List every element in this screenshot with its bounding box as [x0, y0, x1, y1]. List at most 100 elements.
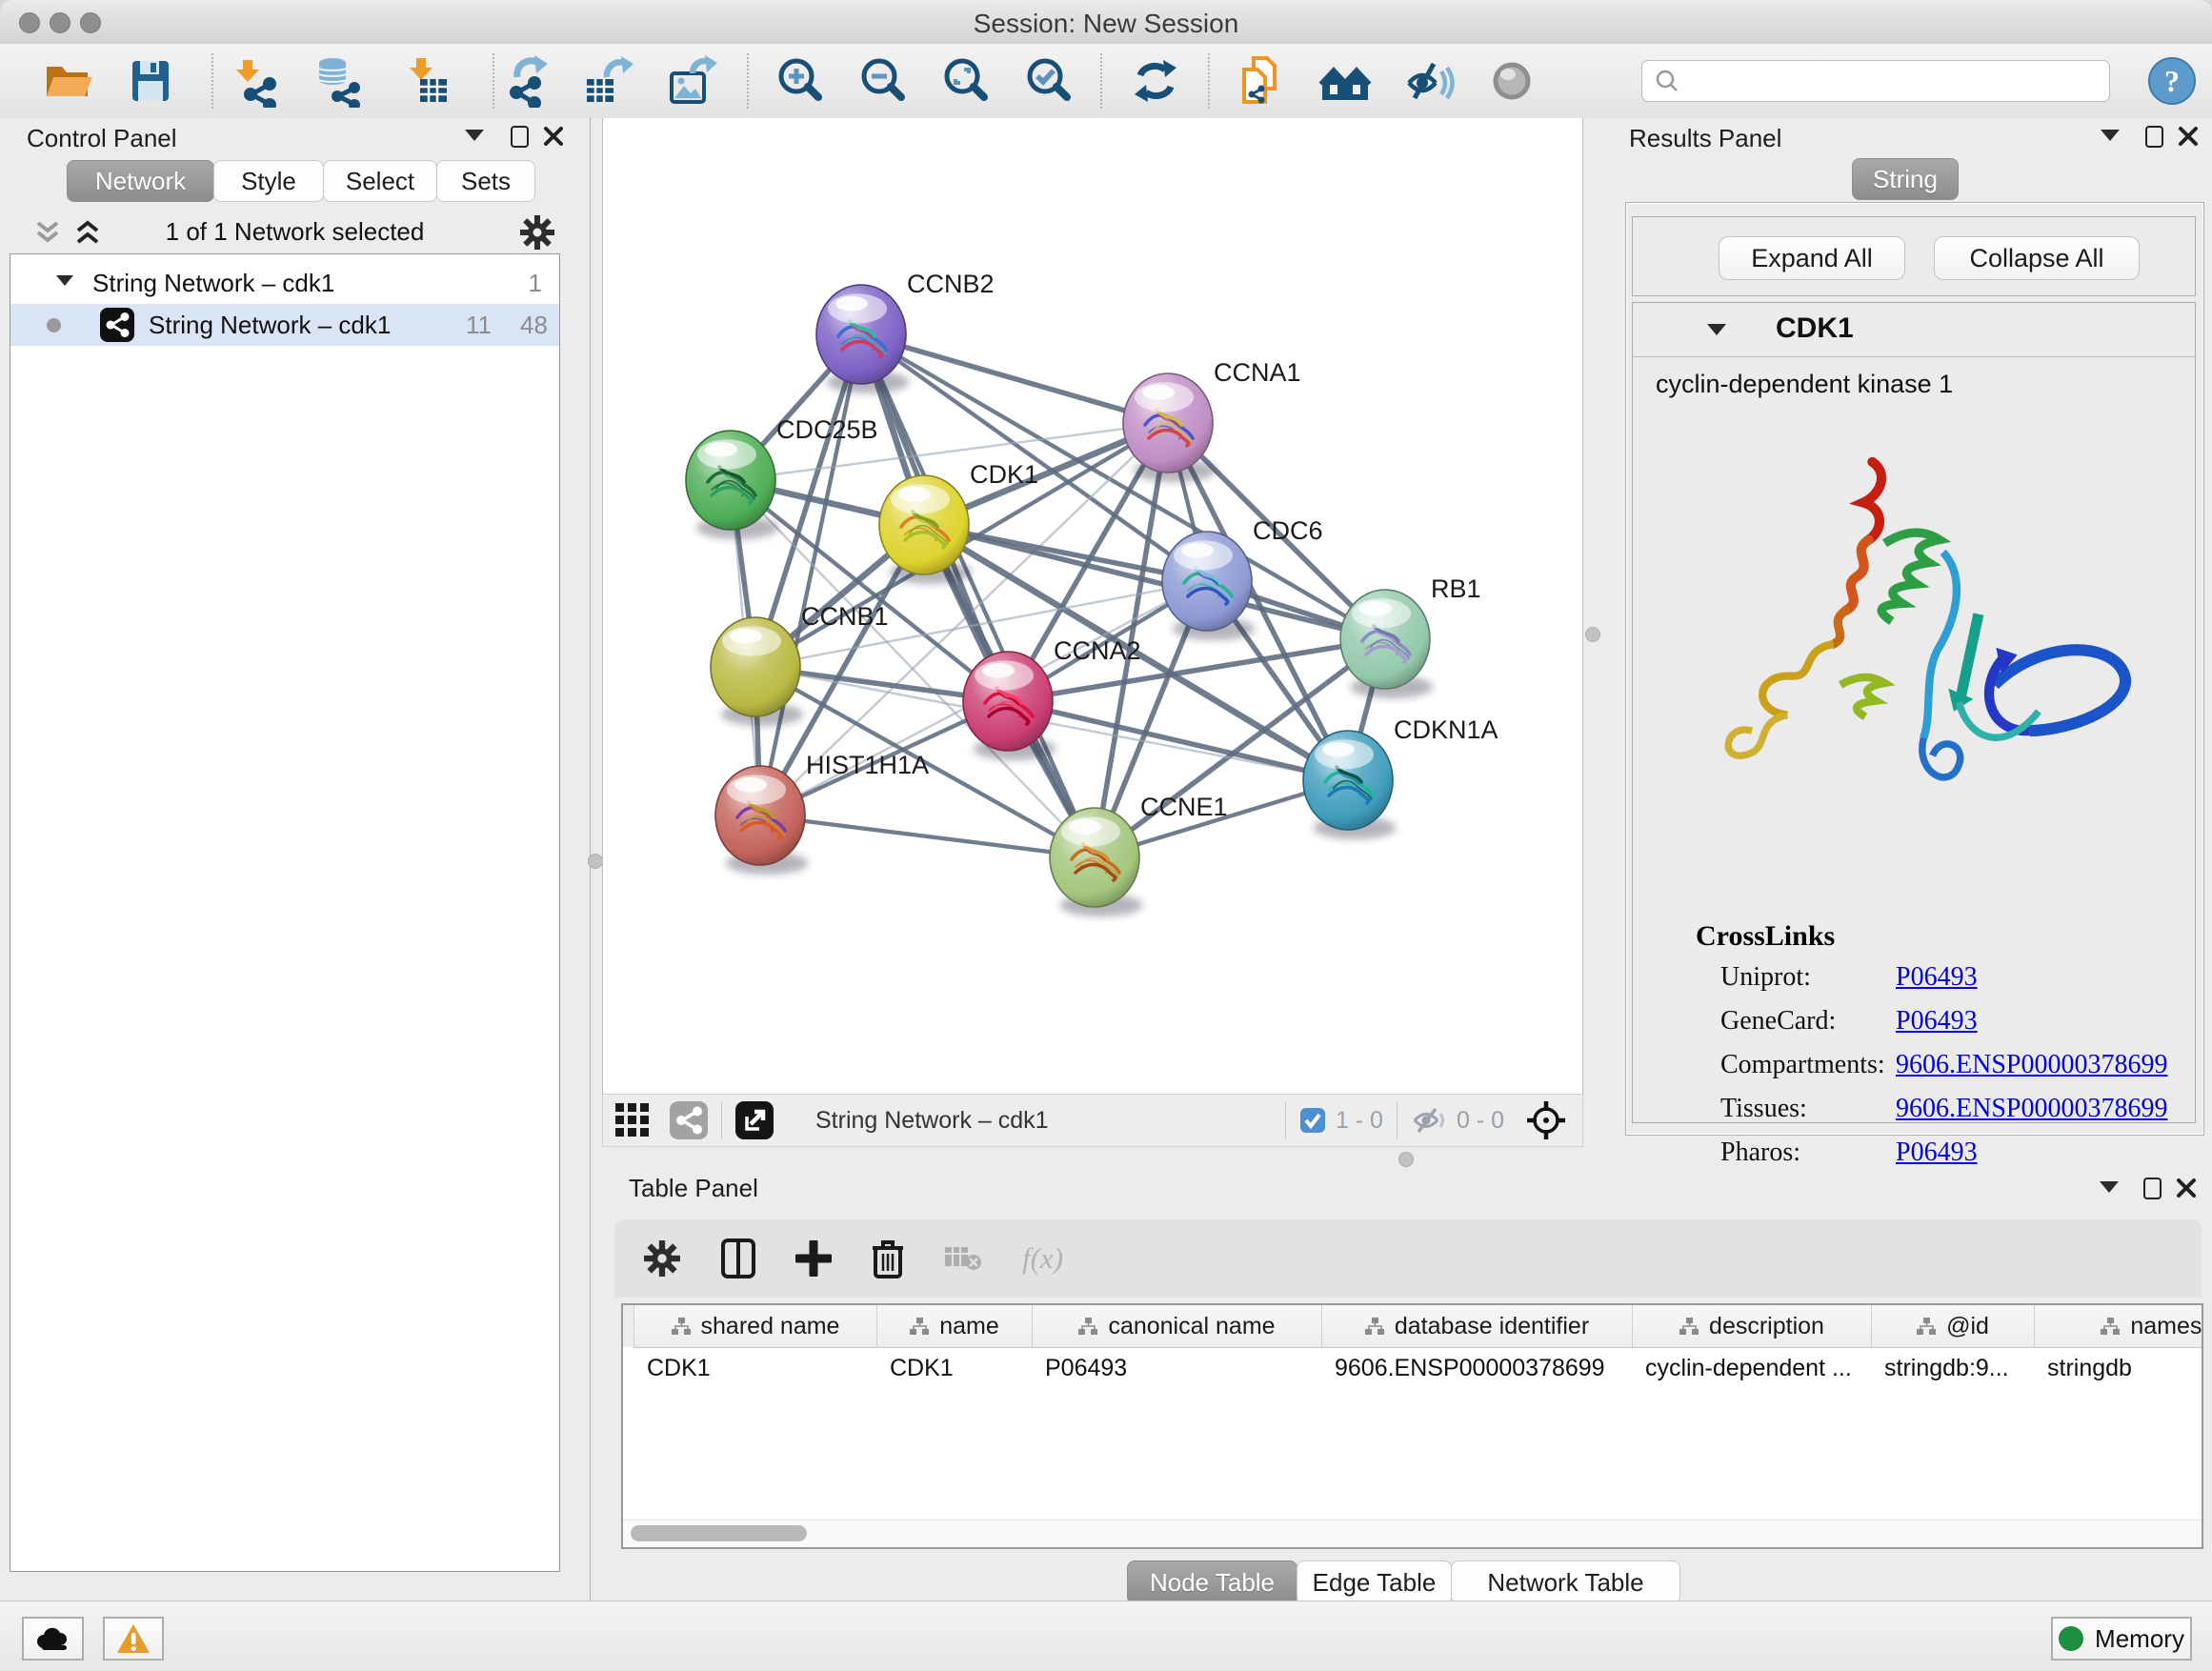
network-node[interactable] — [963, 652, 1056, 760]
network-view[interactable]: CCNB2CCNA1CDC25BCDK1CDC6RB1CCNB1CCNA2CDK… — [602, 118, 1583, 1094]
export-network-button[interactable] — [496, 54, 557, 108]
table-column-header[interactable]: canonical name — [1033, 1305, 1322, 1347]
delete-column-icon[interactable] — [872, 1238, 904, 1278]
network-node[interactable] — [879, 475, 972, 584]
table-cell[interactable]: CDK1 — [633, 1347, 876, 1389]
network-node[interactable] — [1340, 590, 1433, 698]
table-column-header[interactable]: name — [877, 1305, 1033, 1347]
tab-network-table[interactable]: Network Table — [1451, 1560, 1680, 1604]
hide-graphics-details-button[interactable] — [1398, 54, 1458, 108]
import-table-button[interactable] — [395, 54, 456, 108]
network-node[interactable] — [1303, 731, 1396, 839]
panel-menu-icon[interactable] — [465, 130, 484, 141]
export-image-button[interactable] — [660, 54, 721, 108]
table-options-gear-icon[interactable] — [643, 1239, 681, 1278]
birdseye-toggle-icon[interactable] — [1525, 1099, 1567, 1141]
network-canvas[interactable]: CCNB2CCNA1CDC25BCDK1CDC6RB1CCNB1CCNA2CDK… — [603, 118, 1582, 1092]
network-node[interactable] — [816, 285, 909, 393]
gear-icon[interactable] — [519, 214, 555, 251]
network-node[interactable] — [1123, 373, 1216, 482]
panel-menu-icon[interactable] — [2100, 1181, 2119, 1193]
clone-network-button[interactable] — [1229, 54, 1290, 108]
crosslink-link[interactable]: P06493 — [1896, 1137, 1978, 1168]
network-node[interactable] — [715, 766, 808, 875]
network-node[interactable] — [711, 617, 803, 726]
crosslink-link[interactable]: P06493 — [1896, 962, 1978, 993]
show-graphics-details-button[interactable] — [1481, 54, 1542, 108]
network-edge[interactable] — [760, 815, 1095, 857]
right-splitter[interactable] — [1583, 118, 1606, 1170]
table-cell[interactable]: stringdb:9... — [1871, 1347, 2034, 1389]
horizontal-scrollbar[interactable] — [623, 1520, 2202, 1547]
tab-sets[interactable]: Sets — [436, 160, 535, 202]
left-splitter-handle[interactable] — [588, 854, 603, 869]
tab-select[interactable]: Select — [323, 160, 437, 202]
network-row-selected[interactable]: String Network – cdk1 11 48 — [10, 304, 559, 346]
expand-all-button[interactable]: Expand All — [1719, 236, 1905, 280]
table-cell[interactable]: stringdb — [2034, 1347, 2203, 1389]
selected-checkbox-icon[interactable] — [1299, 1107, 1326, 1134]
network-node[interactable] — [1162, 532, 1255, 640]
refresh-button[interactable] — [1125, 54, 1186, 108]
scrollbar-thumb[interactable] — [631, 1525, 807, 1541]
search-input[interactable] — [1680, 67, 2084, 95]
horizontal-splitter-handle[interactable] — [1398, 1152, 1414, 1167]
tab-edge-table[interactable]: Edge Table — [1297, 1560, 1452, 1604]
table-column-header[interactable]: namespace — [2035, 1305, 2203, 1347]
network-edge[interactable] — [1008, 701, 1348, 780]
zoom-fit-button[interactable] — [935, 54, 996, 108]
network-node[interactable] — [1050, 808, 1142, 916]
zoom-selected-button[interactable] — [1018, 54, 1079, 108]
birdseye-grid-icon[interactable] — [614, 1102, 651, 1138]
table-column-header[interactable]: description — [1633, 1305, 1872, 1347]
float-panel-icon[interactable] — [2143, 1178, 2162, 1199]
section-collapse-icon[interactable] — [1707, 324, 1726, 335]
table-column-header[interactable]: @id — [1872, 1305, 2035, 1347]
network-collection-row[interactable]: String Network – cdk1 1 — [10, 262, 559, 304]
crosslink-link[interactable]: 9606.ENSP00000378699 — [1896, 1050, 2167, 1080]
open-in-new-window-icon[interactable] — [735, 1101, 774, 1139]
panel-menu-icon[interactable] — [2101, 130, 2120, 141]
left-splitter[interactable] — [592, 118, 602, 1170]
network-node[interactable] — [686, 431, 778, 539]
tab-style[interactable]: Style — [213, 160, 324, 202]
share-view-icon[interactable] — [670, 1101, 708, 1139]
table-column-header[interactable]: database identifier — [1322, 1305, 1633, 1347]
right-splitter-handle[interactable] — [1585, 627, 1600, 642]
export-table-button[interactable] — [577, 54, 638, 108]
tab-string[interactable]: String — [1852, 158, 1959, 200]
table-column-header[interactable]: shared name — [634, 1305, 877, 1347]
gene-section-header[interactable]: CDK1 — [1633, 303, 2195, 357]
tree-expand-icon[interactable] — [56, 275, 73, 286]
float-panel-icon[interactable] — [511, 126, 529, 148]
hidden-eye-icon[interactable] — [1411, 1106, 1447, 1135]
tab-node-table[interactable]: Node Table — [1127, 1560, 1297, 1604]
network-edge[interactable] — [760, 334, 861, 815]
cloud-status-button[interactable] — [22, 1617, 84, 1661]
close-panel-icon[interactable] — [543, 126, 564, 147]
zoom-in-button[interactable] — [770, 54, 831, 108]
show-columns-icon[interactable] — [721, 1238, 755, 1278]
crosslink-link[interactable]: P06493 — [1896, 1006, 1978, 1037]
open-session-button[interactable] — [36, 54, 97, 108]
close-panel-icon[interactable] — [2176, 1178, 2197, 1198]
help-button[interactable]: ? — [2142, 54, 2202, 108]
tab-network[interactable]: Network — [67, 160, 214, 202]
toolbar-search[interactable] — [1641, 60, 2110, 102]
import-network-button[interactable] — [227, 54, 288, 108]
add-column-icon[interactable] — [795, 1240, 832, 1277]
close-panel-icon[interactable] — [2178, 126, 2199, 147]
zoom-out-button[interactable] — [853, 54, 914, 108]
collapse-all-button[interactable]: Collapse All — [1934, 236, 2140, 280]
table-cell[interactable]: P06493 — [1032, 1347, 1321, 1389]
table-cell[interactable]: CDK1 — [876, 1347, 1032, 1389]
network-overview-button[interactable] — [1315, 54, 1376, 108]
float-panel-icon[interactable] — [2145, 126, 2163, 148]
table-row[interactable]: CDK1CDK1P064939606.ENSP00000378699cyclin… — [623, 1347, 2203, 1389]
memory-button[interactable]: Memory — [2051, 1617, 2192, 1661]
warnings-button[interactable] — [103, 1617, 164, 1661]
save-session-button[interactable] — [120, 54, 181, 108]
table-cell[interactable]: 9606.ENSP00000378699 — [1321, 1347, 1632, 1389]
crosslink-link[interactable]: 9606.ENSP00000378699 — [1896, 1094, 2167, 1124]
table-cell[interactable]: cyclin-dependent ... — [1632, 1347, 1871, 1389]
